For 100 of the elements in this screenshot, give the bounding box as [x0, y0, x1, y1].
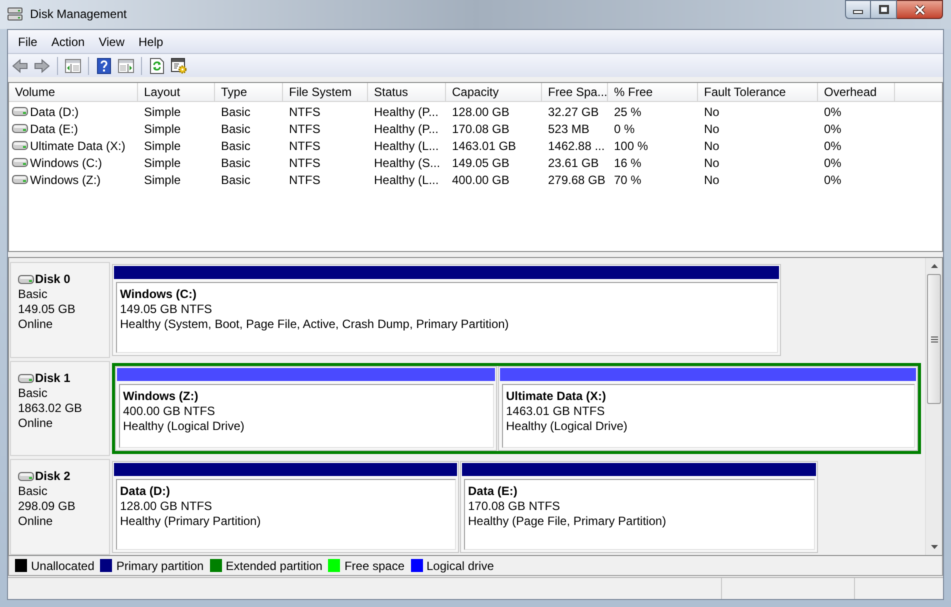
- table-cell-text: No: [703, 104, 720, 120]
- partition-name: Ultimate Data (X:): [506, 388, 606, 404]
- help-icon: [97, 58, 111, 74]
- partition-panel[interactable]: Windows (Z:) 400.00 GB NTFS Healthy (Logical Drive): [115, 366, 497, 452]
- close-icon: [914, 4, 926, 14]
- legend-label: Logical drive: [426, 558, 494, 574]
- table-cell-text: 32.27 GB: [547, 104, 600, 120]
- window-title: Disk Management: [30, 6, 127, 23]
- vertical-scrollbar[interactable]: [925, 258, 942, 555]
- table-cell-text: Windows (C:): [30, 154, 102, 172]
- table-cell-text: Ultimate Data (X:): [30, 138, 126, 154]
- drive-stack-icon: [7, 6, 23, 22]
- table-cell-text: 0 %: [613, 120, 636, 138]
- partition-size: 128.00 GB NTFS: [120, 499, 212, 514]
- table-cell-text: 400.00 GB: [451, 172, 510, 188]
- maximize-button[interactable]: [871, 0, 897, 19]
- table-cell-text: Basic: [220, 154, 252, 172]
- legend-label: Free space: [344, 558, 404, 574]
- close-button[interactable]: [897, 0, 943, 19]
- table-cell-text: Simple: [143, 172, 182, 188]
- table-cell-text: 23.61 GB: [547, 154, 600, 172]
- column-header[interactable]: Free Spa...: [542, 83, 608, 101]
- table-cell-text: Data (D:): [30, 104, 79, 120]
- column-header[interactable]: % Free: [608, 83, 698, 101]
- table-cell-text: No: [703, 154, 720, 172]
- drive-icon: [12, 175, 28, 184]
- column-header[interactable]: File System: [283, 83, 368, 101]
- table-cell-text: Basic: [220, 172, 252, 188]
- menu-item[interactable]: Help: [132, 32, 170, 52]
- maximize-icon: [878, 5, 888, 14]
- menu-item[interactable]: Action: [44, 32, 92, 52]
- minimize-icon: [853, 10, 863, 14]
- disk-type: Basic: [18, 287, 48, 302]
- table-cell-text: NTFS: [288, 154, 322, 172]
- partition-panel[interactable]: Windows (C:) 149.05 GB NTFS Healthy (System, Boot, Page File, Active, Crash Dump, Primary Partition): [112, 264, 781, 356]
- partition-panel[interactable]: Ultimate Data (X:) 1463.01 GB NTFS Healthy (Logical Drive): [498, 366, 918, 452]
- legend-label: Extended partition: [226, 558, 322, 574]
- table-cell-text: No: [703, 138, 720, 154]
- column-header[interactable]: Overhead: [818, 83, 895, 101]
- column-header[interactable]: Fault Tolerance: [698, 83, 818, 101]
- table-cell-text: Basic: [220, 138, 252, 154]
- disk-size: 149.05 GB: [18, 302, 76, 317]
- column-header[interactable]: Type: [215, 83, 283, 101]
- legend-label: Unallocated: [31, 558, 94, 574]
- partition-status: Healthy (Logical Drive): [123, 418, 244, 434]
- disk-label-panel[interactable]: Disk 0 Basic 149.05 GB Online: [10, 262, 110, 358]
- grip-icon: [930, 336, 938, 342]
- partition-panel[interactable]: Data (E:) 170.08 GB NTFS Healthy (Page File, Primary Partition): [460, 461, 818, 554]
- menu-item[interactable]: File: [11, 32, 44, 52]
- disk-name: Disk 0: [35, 272, 70, 287]
- column-header[interactable]: Layout: [138, 83, 215, 101]
- column-header[interactable]: Capacity: [446, 83, 542, 101]
- table-cell-text: 25 %: [613, 104, 642, 120]
- table-cell-text: Simple: [143, 154, 182, 172]
- column-header[interactable]: Status: [368, 83, 446, 101]
- disk-name: Disk 1: [35, 370, 70, 386]
- table-cell-text: Simple: [143, 120, 182, 138]
- table-cell-text: 523 MB: [547, 120, 590, 138]
- disk-label-panel[interactable]: Disk 1 Basic 1863.02 GB Online: [10, 360, 110, 456]
- disk-type: Basic: [18, 386, 48, 401]
- table-cell-text: No: [703, 120, 720, 138]
- disk-label-panel[interactable]: Disk 2 Basic 298.09 GB Online: [10, 459, 110, 555]
- table-cell-text: 70 %: [613, 172, 642, 188]
- column-header[interactable]: Volume: [9, 83, 138, 101]
- extended-partition[interactable]: Windows (Z:) 400.00 GB NTFS Healthy (Logical Drive) Ultimate Data (X:) 1463.01 GB NTFS Healthy (Logical Drive): [112, 362, 921, 454]
- table-cell-text: NTFS: [288, 172, 322, 188]
- partition-size: 149.05 GB NTFS: [120, 302, 212, 317]
- table-cell-text: 0%: [823, 138, 842, 154]
- partition-size: 1463.01 GB NTFS: [506, 404, 605, 419]
- table-cell-text: 170.08 GB: [451, 120, 510, 138]
- table-cell-text: 1463.01 GB: [451, 138, 518, 154]
- minimize-button[interactable]: [845, 0, 871, 19]
- table-cell-text: Windows (Z:): [30, 172, 101, 188]
- right-arrow-icon: [34, 58, 50, 72]
- table-cell-text: 149.05 GB: [451, 154, 510, 172]
- left-arrow-icon: [12, 58, 28, 72]
- disk-status: Online: [18, 416, 53, 431]
- partition-name: Windows (Z:): [123, 388, 198, 404]
- table-cell-text: Basic: [220, 120, 252, 138]
- refresh-icon: [150, 58, 164, 74]
- drive-icon: [12, 107, 28, 116]
- partition-status: Healthy (Logical Drive): [506, 418, 628, 434]
- disk-size: 298.09 GB: [18, 499, 76, 514]
- table-cell-text: 1462.88 ...: [547, 138, 606, 154]
- table-cell-text: 0%: [823, 172, 842, 188]
- table-cell-text: Simple: [143, 104, 182, 120]
- legend-label: Primary partition: [116, 558, 204, 574]
- table-cell-text: 0%: [823, 120, 842, 138]
- table-cell-text: Data (E:): [30, 120, 78, 138]
- scrollbar-thumb[interactable]: [927, 274, 941, 404]
- table-cell-text: NTFS: [288, 138, 322, 154]
- menu-item[interactable]: View: [92, 32, 132, 52]
- table-cell-text: Basic: [220, 104, 252, 120]
- partition-name: Data (E:): [468, 484, 518, 500]
- table-cell-text: Simple: [143, 138, 182, 154]
- table-cell-text: NTFS: [288, 104, 322, 120]
- partition-panel[interactable]: Data (D:) 128.00 GB NTFS Healthy (Primary Partition): [112, 461, 459, 554]
- partition-name: Windows (C:): [120, 287, 197, 302]
- drive-icon: [12, 158, 28, 167]
- drive-icon: [12, 124, 28, 133]
